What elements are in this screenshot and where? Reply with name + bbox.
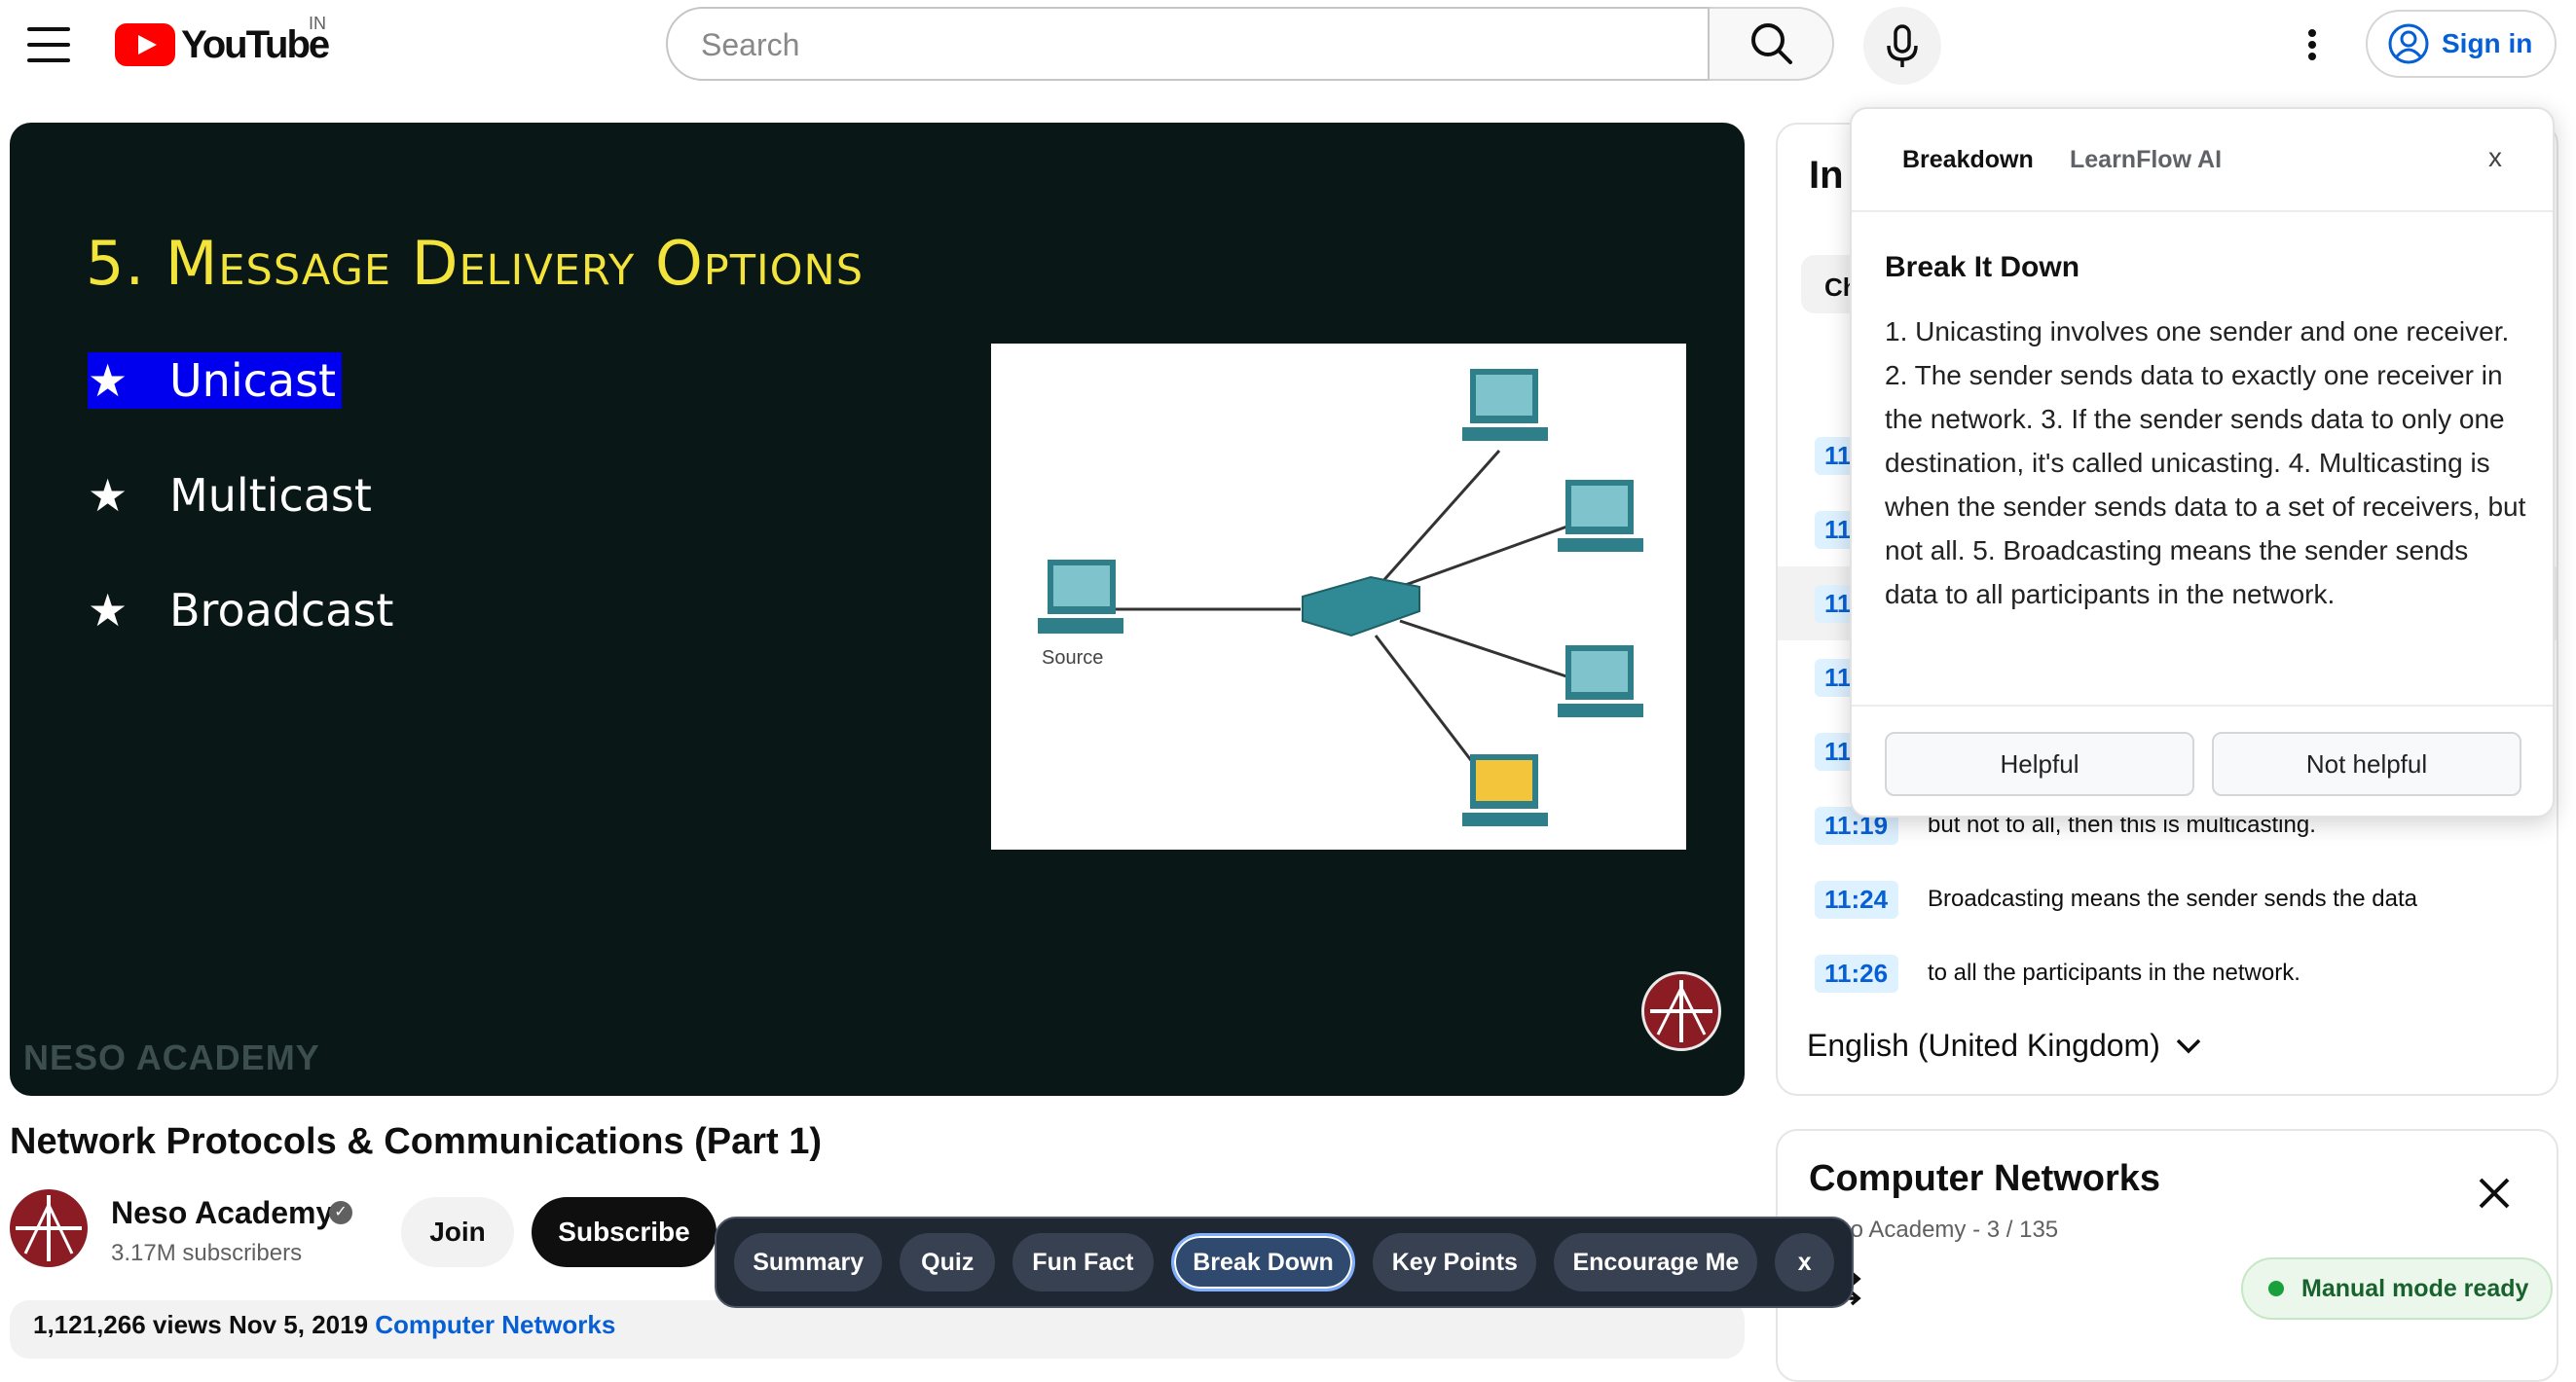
not-helpful-button[interactable]: Not helpful [2212, 732, 2521, 796]
playlist-title[interactable]: Computer Networks [1809, 1158, 2160, 1200]
segment-timestamp: 11:24 [1815, 880, 1898, 919]
chevron-down-icon [2176, 1038, 2201, 1053]
sign-in-button[interactable]: Sign in [2366, 10, 2557, 78]
video-title: Network Protocols & Communications (Part… [10, 1121, 823, 1162]
star-icon: ★ [88, 354, 129, 407]
country-code: IN [309, 14, 326, 33]
helpful-button[interactable]: Helpful [1885, 732, 2194, 796]
learnflow-breakdown-popup: Breakdown LearnFlow AI x Break It Down 1… [1850, 107, 2555, 818]
description-box[interactable]: 1,121,266 views Nov 5, 2019 Computer Net… [10, 1300, 1745, 1359]
microphone-icon [1887, 24, 1918, 67]
star-icon: ★ [88, 584, 129, 636]
watermark: NESO ACADEMY [23, 1037, 320, 1077]
menu-icon[interactable] [27, 27, 70, 66]
view-count-date: 1,121,266 views Nov 5, 2019 Computer Net… [33, 1310, 615, 1340]
voice-search-button[interactable] [1863, 7, 1941, 85]
transcript-segment[interactable]: 11:26 to all the participants in the net… [1778, 936, 2557, 1010]
summary-button[interactable]: Summary [734, 1233, 883, 1291]
popup-body-text: 1. Unicasting involves one sender and on… [1885, 316, 2526, 609]
popup-divider [1852, 705, 2553, 707]
fun-fact-button[interactable]: Fun Fact [1012, 1233, 1154, 1291]
account-icon [2388, 23, 2429, 64]
subscribe-button[interactable]: Subscribe [532, 1197, 717, 1267]
encourage-me-button[interactable]: Encourage Me [1554, 1233, 1758, 1291]
bullet-label: Broadcast [169, 584, 394, 636]
network-diagram-graphic [1038, 369, 1643, 826]
more-options-icon[interactable] [2298, 25, 2327, 64]
transcript-heading: In [1809, 154, 1844, 197]
diagram-source-label: Source [1042, 647, 1104, 669]
segment-text: Broadcasting means the sender sends the … [1928, 886, 2417, 912]
search-input[interactable] [699, 26, 1676, 64]
action-bar-close-button[interactable]: x [1775, 1233, 1834, 1291]
join-button[interactable]: Join [401, 1197, 514, 1267]
bullet-unicast: ★ Unicast [88, 352, 343, 409]
slide-title: 5. Message Delivery Options [86, 228, 864, 299]
manual-mode-toast: Manual mode ready [2241, 1257, 2553, 1320]
key-points-button[interactable]: Key Points [1373, 1233, 1537, 1291]
segment-text: to all the participants in the network. [1928, 960, 2300, 986]
search-box[interactable] [666, 7, 1710, 81]
verified-badge-icon: ✓ [329, 1201, 352, 1224]
status-dot-icon [2268, 1281, 2284, 1296]
youtube-play-icon [115, 23, 175, 66]
subscriber-count: 3.17M subscribers [111, 1240, 303, 1266]
bullet-label: Multicast [169, 469, 372, 522]
youtube-logo[interactable]: YouTube [115, 19, 330, 70]
bullet-multicast: ★ Multicast [88, 469, 372, 522]
source-computer [1038, 560, 1123, 634]
playlist-panel: Computer Networks Neso Academy - 3 / 135 [1776, 1129, 2558, 1382]
tab-learnflow-ai[interactable]: LearnFlow AI [2070, 146, 2222, 174]
video-player[interactable]: 5. Message Delivery Options ★ Unicast ★ … [10, 123, 1745, 1096]
masthead: YouTube IN Sign in [0, 0, 2576, 97]
sign-in-label: Sign in [2442, 28, 2533, 58]
search-button[interactable] [1710, 7, 1834, 81]
toast-text: Manual mode ready [2301, 1274, 2529, 1302]
bullet-broadcast: ★ Broadcast [88, 584, 393, 636]
network-diagram: Source [991, 344, 1686, 850]
search-icon [1751, 23, 1792, 64]
views-date: 1,121,266 views Nov 5, 2019 [33, 1310, 369, 1339]
popup-close-button[interactable]: x [2488, 142, 2502, 173]
logo-text: YouTube [181, 22, 330, 66]
tab-breakdown[interactable]: Breakdown [1902, 146, 2034, 174]
segment-timestamp: 11:26 [1815, 954, 1898, 993]
bullet-label: Unicast [169, 354, 337, 407]
star-icon: ★ [88, 469, 129, 522]
learnflow-action-bar: Summary Quiz Fun Fact Break Down Key Poi… [715, 1217, 1854, 1308]
channel-name[interactable]: Neso Academy [111, 1195, 333, 1231]
playlist-link[interactable]: Computer Networks [375, 1310, 615, 1339]
break-down-button[interactable]: Break Down [1170, 1233, 1356, 1291]
quiz-button[interactable]: Quiz [900, 1233, 996, 1291]
popup-heading: Break It Down [1885, 251, 2080, 283]
transcript-segment[interactable]: 11:24 Broadcasting means the sender send… [1778, 862, 2557, 936]
channel-avatar[interactable] [10, 1189, 88, 1267]
language-label: English (United Kingdom) [1807, 1028, 2160, 1063]
channel-watermark-logo[interactable] [1641, 971, 1721, 1051]
close-icon[interactable] [2475, 1174, 2514, 1213]
popup-divider [1852, 210, 2553, 212]
language-select[interactable]: English (United Kingdom) [1807, 1028, 2203, 1064]
